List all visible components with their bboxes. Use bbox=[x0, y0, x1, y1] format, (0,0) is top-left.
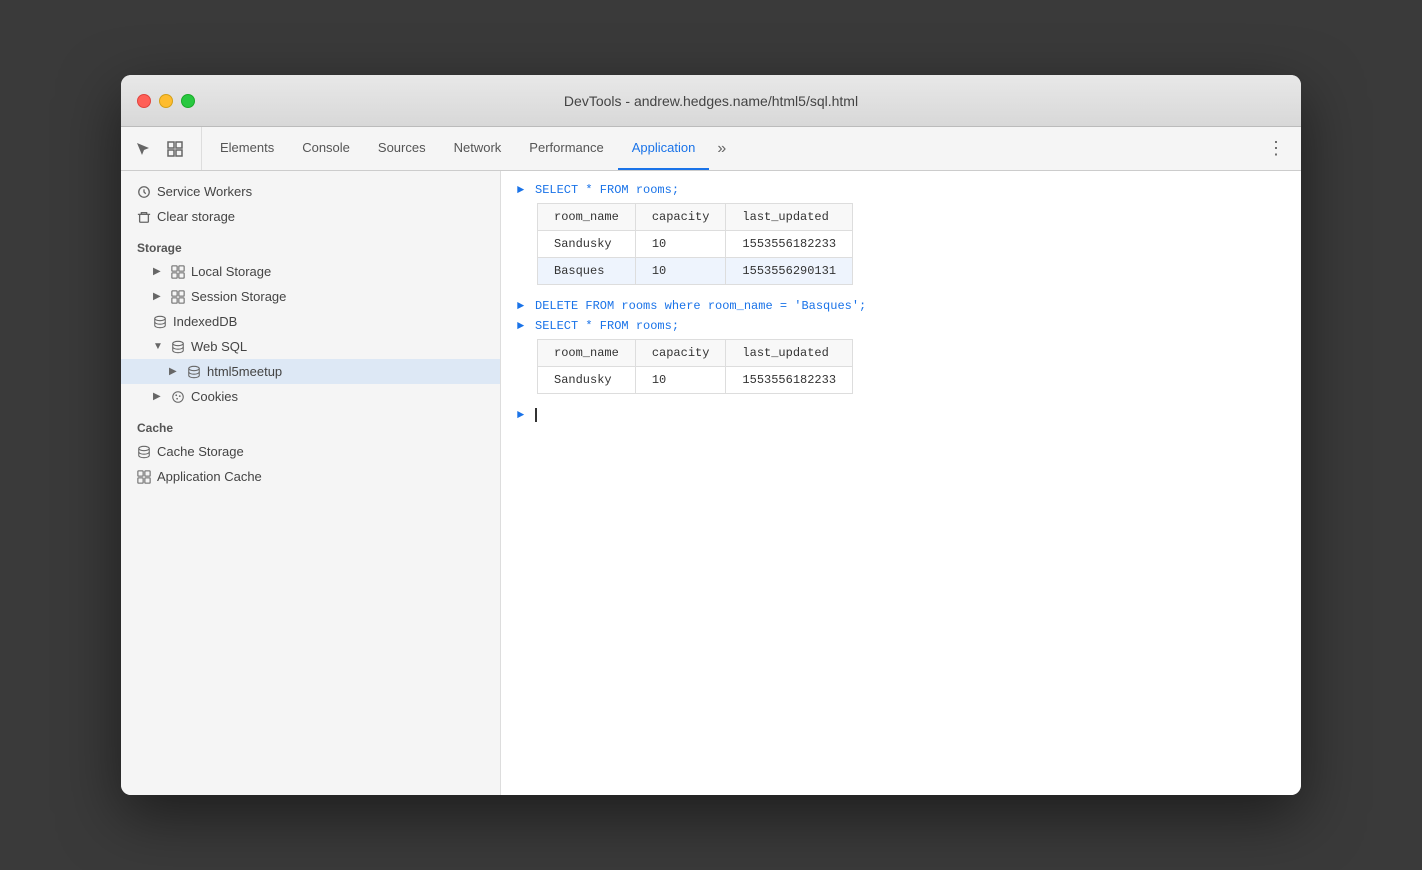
chevron-right-icon: ▶ bbox=[153, 266, 165, 278]
sql-query-row-2[interactable]: ► DELETE FROM rooms where room_name = 'B… bbox=[517, 299, 1285, 313]
sql-query-text-1: SELECT * FROM rooms; bbox=[535, 183, 679, 197]
chevron-down-icon: ▼ bbox=[153, 341, 165, 353]
maximize-button[interactable] bbox=[181, 94, 195, 108]
sidebar-item-cookies[interactable]: ▶ Cookies bbox=[121, 384, 500, 409]
tab-sources[interactable]: Sources bbox=[364, 127, 440, 170]
devtools-window: DevTools - andrew.hedges.name/html5/sql.… bbox=[121, 75, 1301, 795]
cell-capacity: 10 bbox=[635, 258, 726, 285]
tab-elements[interactable]: Elements bbox=[206, 127, 288, 170]
toolbar-icons bbox=[129, 127, 202, 170]
cell-room-name: Basques bbox=[538, 258, 636, 285]
sql-query-row-1[interactable]: ► SELECT * FROM rooms; bbox=[517, 183, 1285, 197]
tab-performance[interactable]: Performance bbox=[515, 127, 617, 170]
chevron-right-icon: ▶ bbox=[153, 391, 165, 403]
col-header-last-updated: last_updated bbox=[726, 204, 853, 231]
query-arrow-icon: ► bbox=[517, 319, 529, 333]
query-arrow-icon: ► bbox=[517, 183, 529, 197]
sql-panel: ► SELECT * FROM rooms; room_name capacit… bbox=[501, 171, 1301, 795]
sql-output: ► SELECT * FROM rooms; room_name capacit… bbox=[501, 171, 1301, 434]
sidebar-item-web-sql[interactable]: ▼ Web SQL bbox=[121, 334, 500, 359]
titlebar: DevTools - andrew.hedges.name/html5/sql.… bbox=[121, 75, 1301, 127]
cell-capacity: 10 bbox=[635, 231, 726, 258]
sidebar-item-html5meetup[interactable]: ▶ html5meetup bbox=[121, 359, 500, 384]
sql-query-text-3: SELECT * FROM rooms; bbox=[535, 319, 679, 333]
sql-query-text-2: DELETE FROM rooms where room_name = 'Bas… bbox=[535, 299, 866, 313]
toolbar: Elements Console Sources Network Perform… bbox=[121, 127, 1301, 171]
sidebar-item-cache-storage[interactable]: Cache Storage bbox=[121, 439, 500, 464]
query-arrow-icon: ► bbox=[517, 299, 529, 313]
sidebar-item-service-workers[interactable]: Service Workers bbox=[121, 179, 500, 204]
sql-input-row[interactable]: ► bbox=[517, 408, 1285, 422]
col-header-capacity: capacity bbox=[635, 204, 726, 231]
cache-section-header: Cache bbox=[121, 409, 500, 439]
sql-result-table-1: room_name capacity last_updated Sandusky… bbox=[537, 203, 853, 285]
col-header-capacity: capacity bbox=[635, 340, 726, 367]
chevron-right-icon: ▶ bbox=[169, 366, 181, 378]
tab-console[interactable]: Console bbox=[288, 127, 364, 170]
close-button[interactable] bbox=[137, 94, 151, 108]
sql-query-row-3[interactable]: ► SELECT * FROM rooms; bbox=[517, 319, 1285, 333]
col-header-last-updated: last_updated bbox=[726, 340, 853, 367]
cell-last-updated: 1553556290131 bbox=[726, 258, 853, 285]
cursor-tool-button[interactable] bbox=[129, 135, 157, 163]
more-tabs-button[interactable]: » bbox=[709, 127, 734, 170]
cell-last-updated: 1553556182233 bbox=[726, 367, 853, 394]
sidebar-item-local-storage[interactable]: ▶ Local Storage bbox=[121, 259, 500, 284]
tab-network[interactable]: Network bbox=[440, 127, 516, 170]
cell-last-updated: 1553556182233 bbox=[726, 231, 853, 258]
sidebar: Service Workers Clear storage Storage ▶ … bbox=[121, 171, 501, 795]
table-row: Sandusky 10 1553556182233 bbox=[538, 367, 853, 394]
main-area: Service Workers Clear storage Storage ▶ … bbox=[121, 171, 1301, 795]
table-row: Basques 10 1553556290131 bbox=[538, 258, 853, 285]
cell-capacity: 10 bbox=[635, 367, 726, 394]
text-cursor bbox=[535, 408, 537, 422]
storage-section-header: Storage bbox=[121, 229, 500, 259]
tab-application[interactable]: Application bbox=[618, 127, 710, 170]
col-header-room-name: room_name bbox=[538, 204, 636, 231]
traffic-lights bbox=[137, 94, 195, 108]
inspect-element-button[interactable] bbox=[161, 135, 189, 163]
sidebar-item-application-cache[interactable]: Application Cache bbox=[121, 464, 500, 489]
chevron-right-icon: ▶ bbox=[153, 291, 165, 303]
col-header-room-name: room_name bbox=[538, 340, 636, 367]
sidebar-item-clear-storage[interactable]: Clear storage bbox=[121, 204, 500, 229]
cell-room-name: Sandusky bbox=[538, 231, 636, 258]
sidebar-item-indexeddb[interactable]: IndexedDB bbox=[121, 309, 500, 334]
prompt-arrow-icon: ► bbox=[517, 408, 529, 422]
sql-result-table-2: room_name capacity last_updated Sandusky… bbox=[537, 339, 853, 394]
minimize-button[interactable] bbox=[159, 94, 173, 108]
cell-room-name: Sandusky bbox=[538, 367, 636, 394]
table-row: Sandusky 10 1553556182233 bbox=[538, 231, 853, 258]
window-title: DevTools - andrew.hedges.name/html5/sql.… bbox=[564, 93, 858, 109]
devtools-menu-button[interactable]: ⋮ bbox=[1259, 127, 1293, 170]
sidebar-item-session-storage[interactable]: ▶ Session Storage bbox=[121, 284, 500, 309]
